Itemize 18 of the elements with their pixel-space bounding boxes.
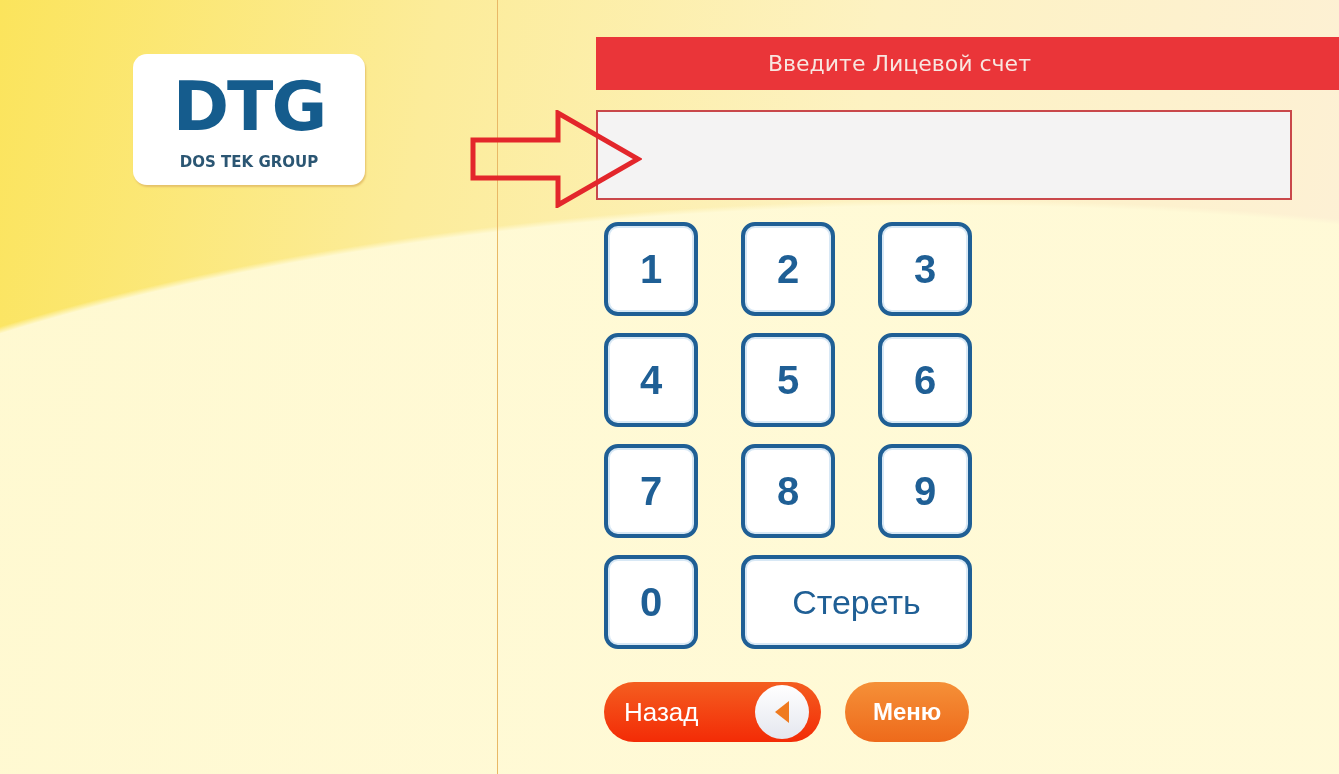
back-button[interactable]: Назад: [604, 682, 821, 742]
digit-key[interactable]: 3: [878, 222, 972, 316]
left-triangle-icon: [773, 700, 791, 724]
logo-subtitle: DOS TEK GROUP: [179, 152, 319, 171]
digit-key[interactable]: 2: [741, 222, 835, 316]
account-field[interactable]: [596, 110, 1292, 200]
right-arrow-icon: [470, 110, 642, 208]
header-bar: Введите Лицевой счет: [596, 37, 1339, 90]
digit-key[interactable]: 4: [604, 333, 698, 427]
digit-key[interactable]: 5: [741, 333, 835, 427]
erase-key[interactable]: Стереть: [741, 555, 972, 649]
digit-key[interactable]: 1: [604, 222, 698, 316]
digit-key[interactable]: 6: [878, 333, 972, 427]
digit-key[interactable]: 0: [604, 555, 698, 649]
digit-key[interactable]: 8: [741, 444, 835, 538]
digit-key[interactable]: 9: [878, 444, 972, 538]
digit-key[interactable]: 7: [604, 444, 698, 538]
logo-title: DTG: [172, 72, 326, 141]
